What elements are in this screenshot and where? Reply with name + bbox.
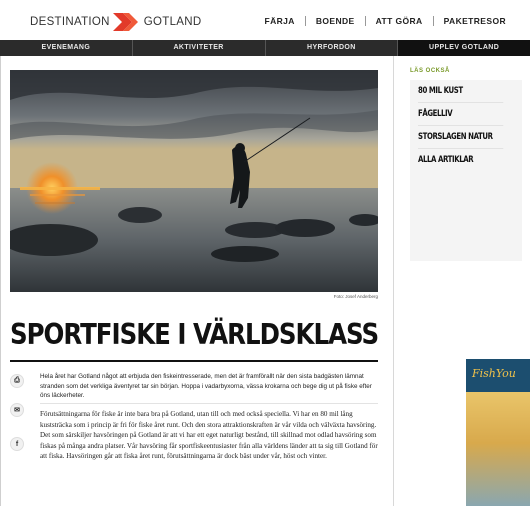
topnav-item-att-gora[interactable]: ATT GÖRA — [364, 16, 433, 26]
logo-chevron-icon — [112, 13, 141, 31]
top-navigation: FÄRJA BOENDE ATT GÖRA PAKETRESOR — [255, 16, 517, 26]
ad-header: FishYou — [466, 359, 530, 392]
facebook-icon[interactable]: f — [10, 437, 24, 451]
sidebar: LÄS OCKSÅ 80 MIL KUST FÅGELLIV STORSLAGE… — [410, 68, 530, 261]
photo-caption: Foto: Josef Anderberg — [333, 294, 378, 299]
related-item-storslagen-natur[interactable]: STORSLAGEN NATUR — [418, 126, 504, 149]
title-rule — [10, 360, 378, 362]
column-divider — [393, 56, 394, 506]
advertisement-banner[interactable]: FishYou — [466, 359, 530, 506]
sidebar-heading: LÄS OCKSÅ — [410, 68, 450, 74]
hero-photo-fisherman-sunset — [10, 70, 378, 292]
mail-icon[interactable]: ✉ — [10, 403, 24, 417]
logo-text-gotland: GOTLAND — [143, 16, 202, 28]
related-item-alla-artiklar[interactable]: ALLA ARTIKLAR — [418, 149, 503, 171]
article-body: Förutsättningarna för fiske är inte bara… — [40, 410, 378, 461]
subnav-item-evenemang[interactable]: EVENEMANG — [0, 40, 132, 56]
topnav-item-farja[interactable]: FÄRJA — [255, 16, 305, 26]
lead-divider — [40, 403, 378, 404]
subnav-item-hyrfordon[interactable]: HYRFORDON — [264, 40, 398, 56]
page-title: SPORTFISKE I VÄRLDSKLASS — [10, 318, 379, 351]
article-lead: Hela året har Gotland något att erbjuda … — [40, 373, 372, 399]
related-articles-list: 80 MIL KUST FÅGELLIV STORSLAGEN NATUR AL… — [410, 80, 522, 171]
ad-image — [466, 392, 530, 506]
subnav-item-aktiviteter[interactable]: AKTIVITETER — [131, 40, 265, 56]
related-item-80-mil-kust[interactable]: 80 MIL KUST — [418, 80, 504, 103]
ad-logo: FishYou — [472, 367, 516, 380]
topnav-item-paketresor[interactable]: PAKETRESOR — [432, 16, 516, 26]
print-icon[interactable]: ⎙ — [10, 374, 24, 388]
site-header: DESTINATION GOTLAND FÄRJA BOENDE ATT GÖR… — [0, 0, 530, 40]
related-item-fagelliv[interactable]: FÅGELLIV — [418, 103, 504, 126]
logo-text-destination: DESTINATION — [30, 16, 110, 28]
sidebar-panel-fill — [410, 171, 522, 261]
sub-navigation: EVENEMANG AKTIVITETER HYRFORDON UPPLEV G… — [0, 40, 530, 56]
subnav-item-upplev-gotland[interactable]: UPPLEV GOTLAND — [397, 40, 530, 56]
topnav-item-boende[interactable]: BOENDE — [304, 16, 365, 26]
site-logo[interactable]: DESTINATION GOTLAND — [30, 13, 201, 31]
